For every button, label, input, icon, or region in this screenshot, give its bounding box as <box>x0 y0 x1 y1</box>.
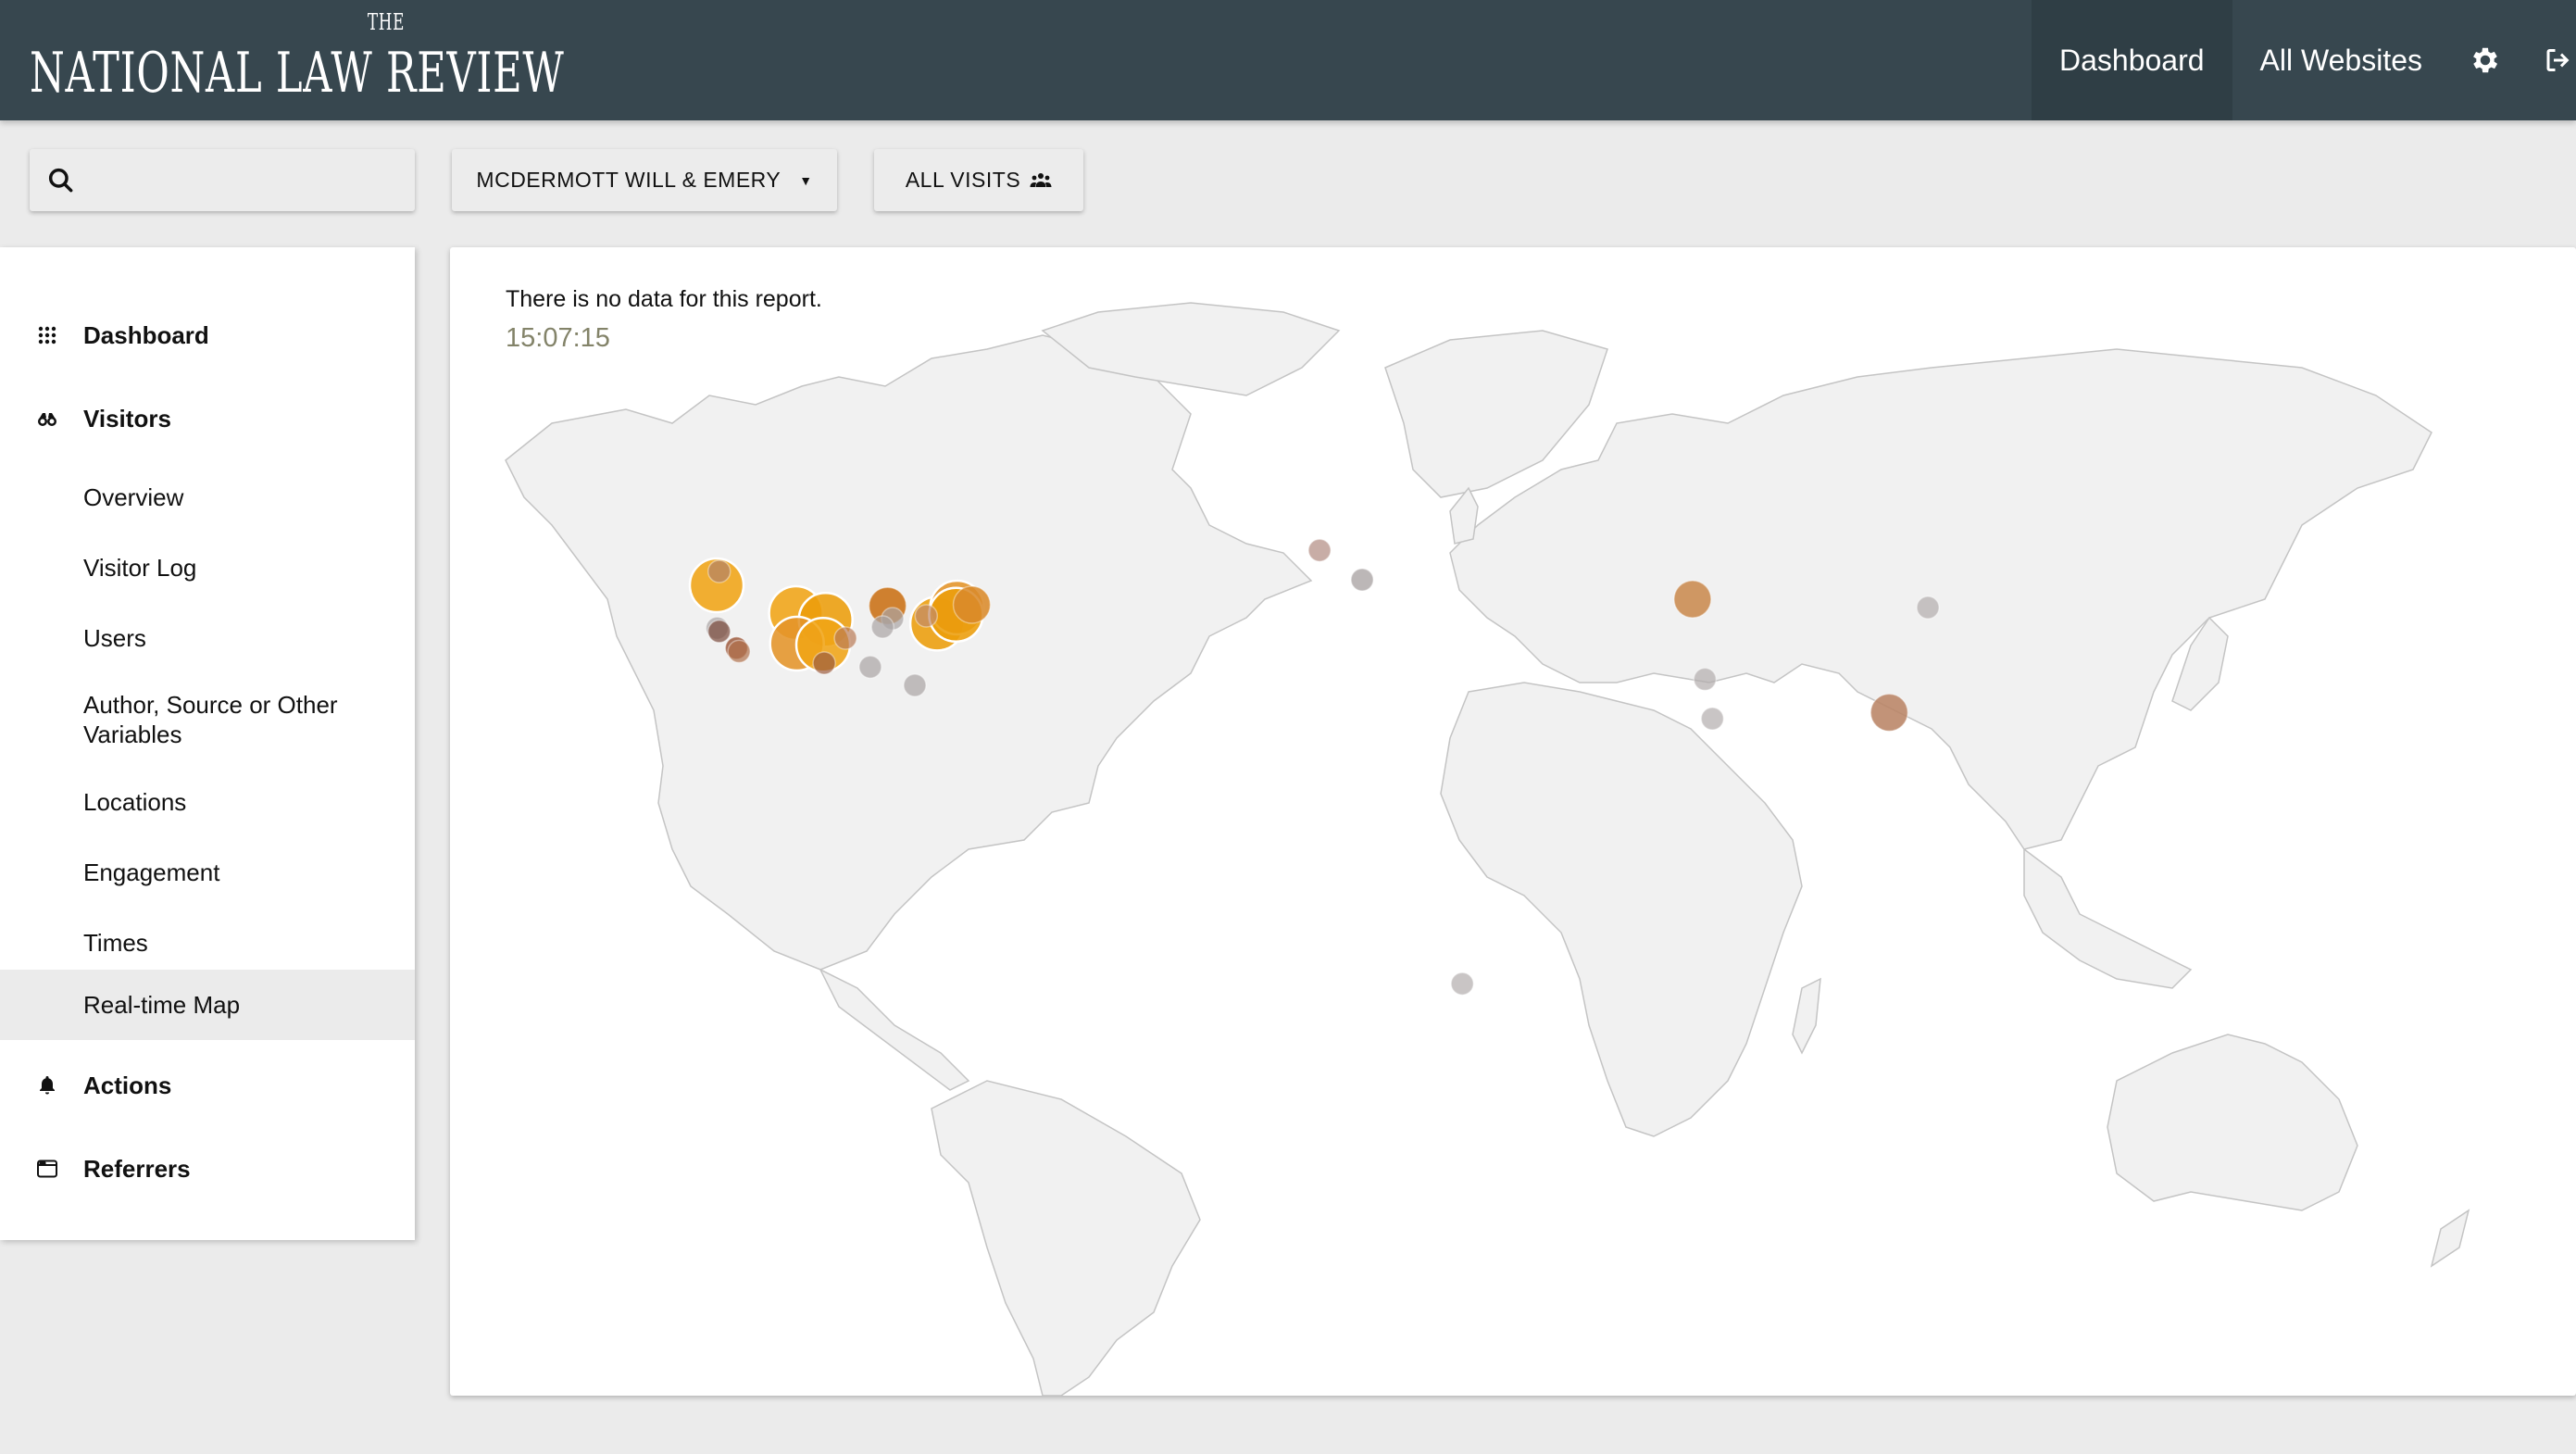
sidebar-item-engagement[interactable]: Engagement <box>0 840 415 905</box>
land-central-america <box>819 968 970 1091</box>
sidebar-item-locations[interactable]: Locations <box>0 770 415 834</box>
logo-name: NATIONAL LAW REVIEW <box>30 41 565 106</box>
sidebar-item-label: Author, Source or Other Variables <box>83 691 338 748</box>
visitor-marker[interactable]: Texas <box>812 651 836 675</box>
no-data-message: There is no data for this report. <box>506 286 822 312</box>
top-nav: Dashboard All Websites <box>2031 0 2576 120</box>
visitor-marker[interactable]: Los Angeles area <box>727 639 751 664</box>
visitor-marker[interactable]: Louisiana area <box>858 655 882 679</box>
visitor-marker[interactable]: Vancouver area <box>707 559 732 583</box>
caret-down-icon: ▼ <box>799 172 813 188</box>
visitor-marker[interactable]: United Kingdom <box>1307 538 1332 562</box>
search-icon <box>48 168 73 192</box>
sidebar-item-referrers[interactable]: Referrers <box>0 1136 415 1201</box>
realtime-clock: 15:07:15 <box>506 323 610 353</box>
land-uk <box>1449 486 1479 545</box>
visitor-marker[interactable]: Hong Kong / Shenzhen <box>1869 693 1909 733</box>
land-north-america <box>505 334 1313 971</box>
map-land <box>505 302 2470 1396</box>
land-new-zealand <box>2430 1209 2470 1268</box>
visitor-marker[interactable]: Florida <box>903 673 927 697</box>
sidebar-item-label: Visitors <box>83 405 171 432</box>
nav-all-websites[interactable]: All Websites <box>2232 0 2450 120</box>
sidebar-item-label: Engagement <box>83 859 220 886</box>
website-selector[interactable]: MCDERMOTT WILL & EMERY ▼ <box>452 149 837 211</box>
sidebar-item-label: Times <box>83 929 148 957</box>
sidebar-item-overview[interactable]: Overview <box>0 465 415 530</box>
visitor-marker[interactable]: Johannesburg <box>1450 971 1474 996</box>
website-selector-label: MCDERMOTT WILL & EMERY <box>476 168 782 192</box>
visitor-marker[interactable]: Oklahoma area <box>833 626 857 650</box>
visitor-marker[interactable]: Boston area <box>952 585 992 624</box>
site-logo[interactable]: THE NATIONAL LAW REVIEW <box>30 9 743 106</box>
sidebar-item-label: Visitor Log <box>83 554 197 582</box>
sidebar-item-dashboard[interactable]: Dashboard <box>0 303 415 368</box>
settings-button[interactable] <box>2450 0 2520 120</box>
segment-selector[interactable]: ALL VISITS <box>874 149 1083 211</box>
segment-selector-label: ALL VISITS <box>905 168 1021 192</box>
visitor-marker[interactable]: Central India <box>1700 707 1725 731</box>
visitor-marker[interactable]: Beijing <box>1916 595 1940 620</box>
visitor-marker[interactable]: North India <box>1693 667 1718 692</box>
sidebar-item-users[interactable]: Users <box>0 606 415 671</box>
gear-icon <box>2473 47 2498 73</box>
world-map[interactable]: Pacific Northwest USVancouver areaSan Fr… <box>450 247 2576 1396</box>
sidebar-item-label: Dashboard <box>83 321 209 349</box>
sidebar-item-label: Users <box>83 624 146 652</box>
sidebar-item-real-time-map[interactable]: Real-time Map <box>0 970 415 1040</box>
visitor-marker[interactable]: San Francisco area <box>707 620 732 644</box>
sidebar-item-label: Referrers <box>83 1155 191 1183</box>
nav-dashboard[interactable]: Dashboard <box>2031 0 2232 120</box>
sidebar-item-custom-variables[interactable]: Author, Source or Other Variables <box>0 675 415 764</box>
visitor-marker[interactable]: Pennsylvania area <box>914 604 939 628</box>
visitor-marker[interactable]: Kazakhstan/Kyrgyzstan <box>1673 580 1712 619</box>
land-australia <box>2107 1034 2358 1211</box>
sidebar-item-label: Locations <box>83 788 187 816</box>
sidebar-item-visitor-log[interactable]: Visitor Log <box>0 535 415 600</box>
sidebar-item-times[interactable]: Times <box>0 910 415 975</box>
land-madagascar <box>1792 977 1821 1055</box>
grid-icon <box>35 323 59 347</box>
land-southeast-asia <box>2023 847 2193 989</box>
sidebar-menu: Dashboard Visitors Overview Visitor Log … <box>0 247 415 1240</box>
land-south-america <box>931 1080 1201 1396</box>
logout-button[interactable] <box>2520 0 2576 120</box>
sidebar-item-label: Actions <box>83 1072 172 1099</box>
sign-out-icon <box>2546 49 2570 71</box>
search-input[interactable] <box>30 149 415 211</box>
land-africa <box>1440 682 1803 1137</box>
browser-window-icon <box>35 1157 59 1181</box>
sidebar-item-visitors[interactable]: Visitors <box>0 386 415 451</box>
sidebar-item-actions[interactable]: Actions <box>0 1053 415 1118</box>
visitor-marker[interactable]: Switzerland <box>1350 568 1374 592</box>
real-time-map-panel: Pacific Northwest USVancouver areaSan Fr… <box>450 247 2576 1396</box>
bell-icon <box>35 1073 59 1097</box>
logo-the: THE <box>367 9 406 35</box>
visitor-marker[interactable]: Missouri area <box>870 615 894 639</box>
top-navigation-bar: THE NATIONAL LAW REVIEW Dashboard All We… <box>0 0 2576 120</box>
users-icon <box>1030 172 1052 187</box>
binoculars-icon <box>35 407 59 431</box>
sidebar-item-label: Real-time Map <box>83 991 241 1019</box>
sidebar-item-label: Overview <box>83 483 184 511</box>
